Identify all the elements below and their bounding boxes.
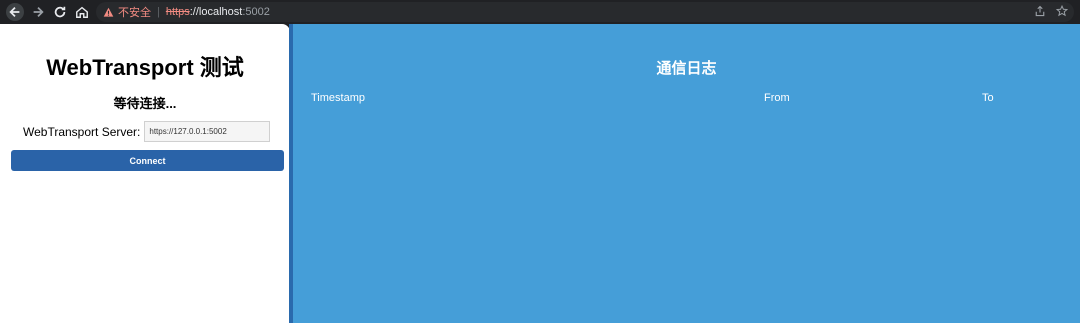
server-label: WebTransport Server: — [23, 124, 141, 139]
reload-button[interactable] — [52, 4, 68, 20]
connection-panel: WebTransport 测试 等待连接... WebTransport Ser… — [0, 24, 290, 323]
warning-icon — [103, 7, 114, 17]
url-scheme-separator: :// — [189, 6, 199, 18]
url-scheme: https — [165, 6, 190, 18]
arrow-left-icon — [9, 7, 20, 17]
address-bar[interactable]: 不安全 | https://localhost:5002 — [96, 2, 1074, 22]
home-button[interactable] — [74, 4, 90, 20]
browser-toolbar: 不安全 | https://localhost:5002 — [0, 0, 1080, 24]
server-url-input[interactable] — [144, 121, 271, 142]
omnibox-separator: | — [157, 6, 160, 18]
log-title: 通信日志 — [656, 60, 717, 77]
connect-button[interactable]: Connect — [11, 150, 284, 171]
reload-icon — [54, 6, 66, 18]
log-column-timestamp: Timestamp — [311, 92, 365, 104]
home-icon — [76, 6, 88, 18]
arrow-right-icon — [33, 7, 44, 17]
url-host: localhost — [198, 6, 243, 18]
back-button[interactable] — [6, 3, 24, 21]
forward-button[interactable] — [30, 4, 46, 20]
page-title: WebTransport 测试 — [46, 55, 244, 80]
url-port: :5002 — [242, 6, 270, 18]
security-label[interactable]: 不安全 — [118, 4, 151, 20]
bookmark-star-icon[interactable] — [1056, 5, 1068, 17]
share-icon[interactable] — [1034, 5, 1046, 17]
connection-status: 等待连接... — [113, 96, 177, 111]
log-column-to: To — [982, 92, 994, 104]
log-column-from: From — [764, 92, 790, 104]
server-row: WebTransport Server: — [23, 121, 271, 142]
log-panel: 通信日志 Timestamp From To — [293, 24, 1080, 323]
page-content: WebTransport 测试 等待连接... WebTransport Ser… — [0, 24, 1080, 323]
omnibox-actions — [1034, 5, 1068, 17]
